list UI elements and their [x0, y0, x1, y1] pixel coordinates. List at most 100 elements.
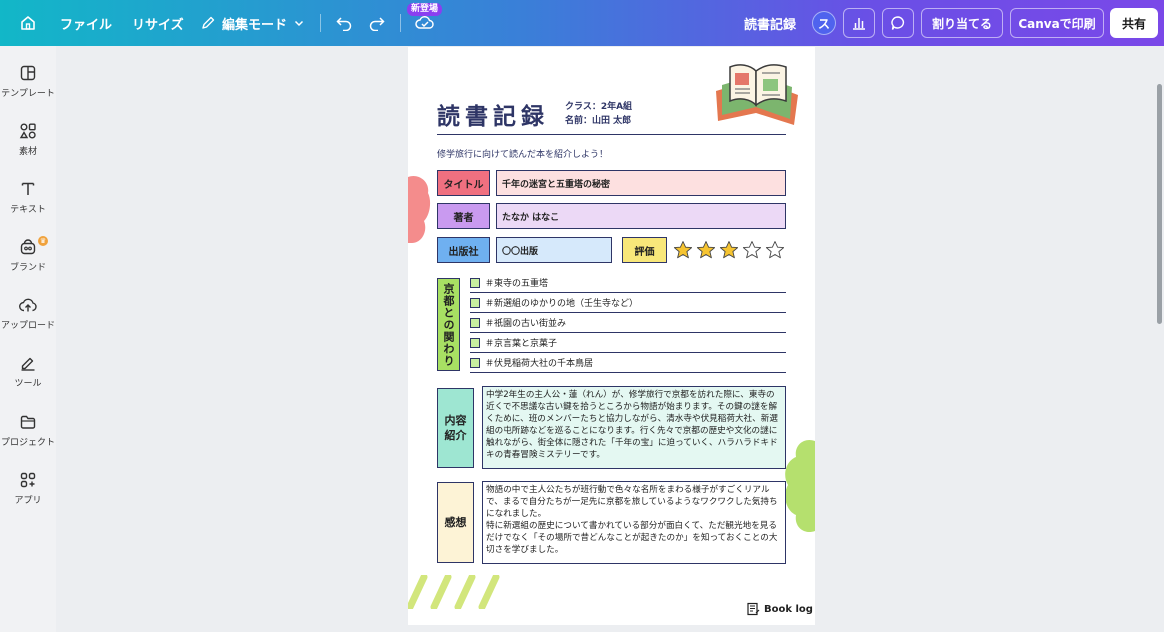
design-page[interactable]: 読書記録 クラス：2年A組 名前：山田 太郎 修学旅行に向けて読んだ本を紹介しよ… [408, 47, 815, 625]
star-empty-icon[interactable] [742, 240, 762, 260]
new-badge: 新登場 [407, 3, 443, 16]
list-item[interactable]: ＃新選組のゆかりの地（壬生寺など） [470, 293, 786, 313]
summary-label-line1: 内容 [444, 414, 467, 427]
folder-icon [20, 415, 36, 429]
sidebar-item-label: ブランド [9, 263, 46, 273]
rating-label: 評価 [622, 237, 667, 263]
cloud-check-icon [415, 16, 434, 29]
checkbox[interactable] [470, 277, 480, 288]
home-icon [21, 16, 35, 30]
checkbox[interactable] [470, 337, 480, 348]
reading-record-title[interactable]: 読書記録 [744, 0, 796, 46]
comment-icon [891, 16, 905, 30]
sidebar-item-brand[interactable]: ♛ ブランド [0, 236, 56, 273]
undo-icon [336, 17, 352, 31]
sidebar-item-elements[interactable]: 素材 [0, 122, 56, 157]
insights-button[interactable] [843, 8, 875, 38]
sidebar-item-label: プロジェクト [0, 438, 55, 448]
class-info: クラス：2年A組 [565, 102, 633, 112]
brand-icon [20, 239, 36, 255]
intro-text: 修学旅行に向けて読んだ本を紹介しよう！ [437, 150, 609, 160]
chevron-down-icon [294, 20, 304, 27]
book-title-field[interactable]: 千年の迷宮と五重塔の秘密 [496, 170, 786, 196]
edit-mode-dropdown[interactable]: 編集モード [200, 0, 305, 46]
template-icon [20, 65, 36, 81]
edit-mode-label: 編集モード [222, 17, 288, 33]
notebook-icon [747, 602, 760, 616]
toolbar-divider [320, 14, 321, 32]
sidebar-item-templates[interactable]: テンプレート [0, 64, 56, 99]
checkbox[interactable] [470, 297, 480, 308]
crown-icon: ♛ [38, 236, 48, 246]
tools-icon [21, 357, 35, 371]
list-item[interactable]: ＃伏見稲荷大社の千本鳥居 [470, 353, 786, 373]
list-item-text: ＃伏見稲荷大社の千本鳥居 [485, 359, 594, 369]
author-field[interactable]: たなか はなこ [496, 203, 786, 229]
assign-button[interactable]: 割り当てる [921, 8, 1003, 38]
star-filled-icon[interactable] [696, 240, 716, 260]
sidebar-item-text[interactable]: テキスト [0, 180, 56, 215]
vertical-scrollbar[interactable] [1157, 84, 1162, 324]
summary-label-line2: 紹介 [444, 429, 467, 442]
toolbar-divider [400, 14, 401, 32]
undo-button[interactable] [333, 0, 355, 46]
checkbox[interactable] [470, 317, 480, 328]
star-rating[interactable] [673, 240, 785, 260]
list-item-text: ＃新選組のゆかりの地（壬生寺など） [485, 299, 639, 309]
redo-icon [369, 17, 385, 31]
publisher-label: 出版社 [437, 237, 490, 263]
student-name: 名前：山田 太郎 [565, 116, 632, 126]
summary-label: 内容 紹介 [437, 388, 474, 468]
top-toolbar: ファイル リサイズ 編集モード 新登場 読書記録 ス 割り当てる Canvaで印… [0, 0, 1164, 46]
share-button[interactable]: 共有 [1110, 8, 1158, 38]
list-item-text: ＃東寺の五重塔 [485, 279, 549, 289]
list-item[interactable]: ＃東寺の五重塔 [470, 273, 786, 293]
pencil-icon [202, 16, 215, 29]
list-item[interactable]: ＃祇園の古い街並み [470, 313, 786, 333]
text-icon [21, 182, 35, 195]
book-log-footer: Book log [746, 602, 813, 616]
list-item-text: ＃祇園の古い街並み [485, 319, 567, 329]
decor-pink-blob [408, 175, 431, 243]
apps-icon [20, 472, 36, 488]
sidebar-item-label: アップロード [0, 321, 55, 331]
elements-icon [19, 123, 36, 139]
avatar[interactable]: ス [812, 11, 836, 35]
publisher-field[interactable]: 〇〇出版 [496, 237, 612, 263]
checkbox[interactable] [470, 357, 480, 368]
star-filled-icon[interactable] [719, 240, 739, 260]
page-title: 読書記録 [437, 104, 549, 130]
list-item-text: ＃京言葉と京菓子 [485, 339, 558, 349]
book-log-label: Book log [764, 603, 813, 615]
sidebar-item-label: ツール [14, 379, 42, 389]
sidebar-item-label: アプリ [14, 496, 42, 506]
impression-text[interactable]: 物語の中で主人公たちが班行動で色々な名所をまわる様子がすごくリアルで、まるで自分… [482, 481, 786, 564]
resize-menu[interactable]: リサイズ [132, 0, 184, 46]
decor-green-stripes [408, 575, 500, 609]
sidebar-item-tools[interactable]: ツール [0, 354, 56, 389]
print-button[interactable]: Canvaで印刷 [1010, 8, 1104, 38]
sidebar-item-label: テキスト [10, 205, 46, 215]
sidebar-item-label: 素材 [18, 147, 37, 157]
comment-button[interactable] [882, 8, 914, 38]
impression-paragraph: 物語の中で主人公たちが班行動で色々な名所をまわる様子がすごくリアルで、まるで自分… [486, 485, 778, 519]
author-label: 著者 [437, 203, 490, 229]
list-item[interactable]: ＃京言葉と京菓子 [470, 333, 786, 353]
book-illustration-icon [716, 64, 798, 125]
title-divider [437, 134, 786, 135]
sidebar-item-label: テンプレート [1, 89, 55, 99]
kyoto-relation-label: 京都との関わり [437, 278, 460, 371]
sidebar-item-uploads[interactable]: アップロード [0, 296, 56, 331]
sidebar-item-apps[interactable]: アプリ [0, 471, 56, 506]
title-label: タイトル [437, 170, 490, 196]
redo-button[interactable] [366, 0, 388, 46]
left-sidebar: テンプレート 素材 テキスト ♛ ブランド アップロード ツール プロジェクト … [0, 46, 56, 632]
summary-text[interactable]: 中学2年生の主人公・蓮（れん）が、修学旅行で京都を訪れた際に、東寺の近くで不思議… [482, 386, 786, 469]
bar-chart-icon [853, 18, 865, 30]
home-button[interactable] [16, 0, 40, 46]
star-empty-icon[interactable] [765, 240, 785, 260]
star-filled-icon[interactable] [673, 240, 693, 260]
file-menu[interactable]: ファイル [60, 0, 112, 46]
impression-label: 感想 [437, 482, 474, 563]
sidebar-item-projects[interactable]: プロジェクト [0, 413, 56, 448]
